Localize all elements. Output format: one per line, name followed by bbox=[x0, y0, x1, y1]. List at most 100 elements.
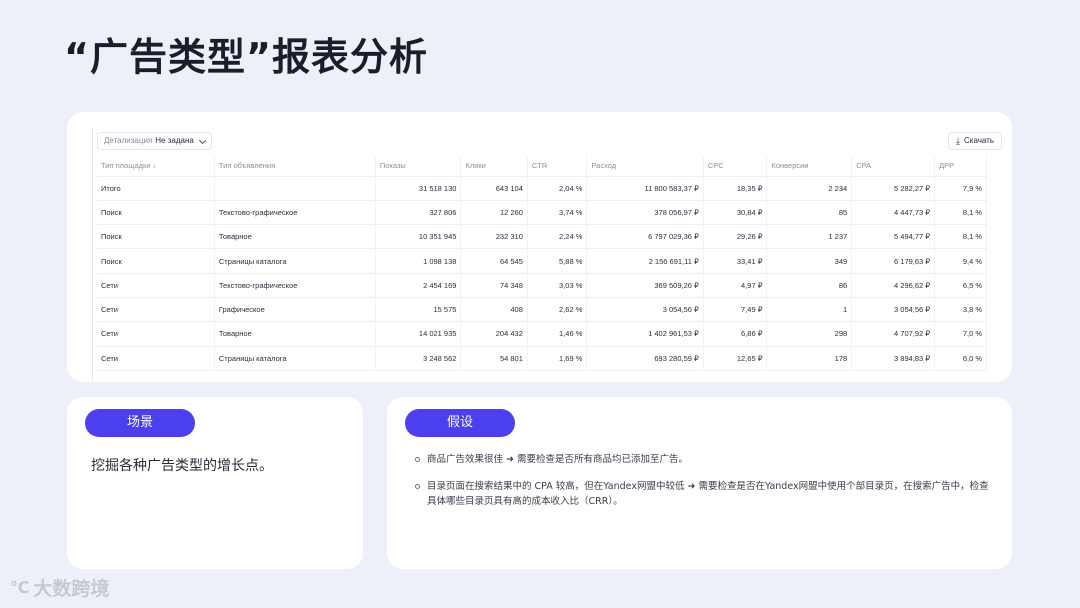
table-cell: 54 801 bbox=[460, 346, 528, 371]
table-cell: Поиск bbox=[97, 224, 215, 250]
table-cell: 232 310 bbox=[460, 224, 528, 250]
table-cell: Поиск bbox=[97, 200, 215, 226]
download-label: Скачать bbox=[964, 136, 994, 145]
report-table: Тип площадки ↓ Тип объявления Показы Клики C… bbox=[97, 156, 987, 371]
table-cell: 6 797 029,36 ₽ bbox=[586, 224, 704, 250]
table-cell: Страницы каталога bbox=[214, 346, 376, 371]
table-cell: 8,1 % bbox=[934, 224, 987, 250]
scene-pill: 场景 bbox=[85, 409, 195, 437]
column-header[interactable]: Тип площадки ↓ bbox=[97, 156, 215, 177]
table-cell: 1 237 bbox=[766, 224, 853, 250]
table-cell: 4,97 ₽ bbox=[703, 273, 768, 298]
column-header: CPC bbox=[703, 156, 768, 177]
table-cell: Поиск bbox=[97, 248, 215, 274]
table-cell: Сети bbox=[97, 273, 215, 298]
table-cell: Итого bbox=[97, 176, 215, 201]
page-title: “广告类型”报表分析 bbox=[64, 35, 428, 79]
table-row: Сети Графическое 15 575 408 2,62 % 3 054,56 ₽… bbox=[97, 297, 987, 323]
column-header: Тип объявления bbox=[214, 156, 376, 177]
table-cell: 5 494,77 ₽ bbox=[851, 224, 936, 250]
scene-card: 场景 挖掘各种广告类型的增长点。 bbox=[67, 397, 363, 569]
table-cell: Сети bbox=[97, 321, 215, 347]
table-cell: 30,84 ₽ bbox=[703, 200, 768, 226]
column-header: Клики bbox=[460, 156, 528, 177]
table-cell: 2,04 % bbox=[527, 176, 588, 201]
download-button[interactable]: ⤓ Скачать bbox=[948, 132, 1002, 150]
table-cell: 10 351 945 bbox=[375, 224, 462, 250]
table-cell: 6,0 % bbox=[934, 346, 987, 371]
table-cell: 4 447,73 ₽ bbox=[851, 200, 936, 226]
table-cell: 6,86 ₽ bbox=[703, 321, 768, 347]
table-cell: 86 bbox=[766, 273, 853, 298]
table-cell: 12,65 ₽ bbox=[703, 346, 768, 371]
column-header: ДРР bbox=[934, 156, 987, 177]
watermark: ℃ 大数跨境 bbox=[10, 574, 109, 601]
table-cell: 11 800 583,37 ₽ bbox=[586, 176, 704, 201]
bullet-icon bbox=[415, 484, 420, 489]
table-cell: 298 bbox=[766, 321, 853, 347]
table-cell: Текстово-графическое bbox=[214, 200, 376, 226]
detail-label: Детализация bbox=[104, 136, 153, 145]
table-cell: Товарное bbox=[214, 321, 376, 347]
table-cell: 2 156 691,11 ₽ bbox=[586, 248, 704, 274]
table-row: Сети Товарное 14 021 935 204 432 1,46 % 1 402… bbox=[97, 321, 987, 347]
table-cell: 8,1 % bbox=[934, 200, 987, 226]
column-header: Расход bbox=[586, 156, 704, 177]
table-cell: 2 234 bbox=[766, 176, 853, 201]
table-cell: 33,41 ₽ bbox=[703, 248, 768, 274]
table-divider bbox=[92, 128, 93, 382]
table-cell: 3,74 % bbox=[527, 200, 588, 226]
table-cell: 3 894,83 ₽ bbox=[851, 346, 936, 371]
hypothesis-pill: 假设 bbox=[405, 409, 515, 437]
table-cell: 3,03 % bbox=[527, 273, 588, 298]
column-header: CPA bbox=[851, 156, 936, 177]
table-row: Сети Страницы каталога 3 248 562 54 801 1,69… bbox=[97, 346, 987, 371]
table-cell: 643 104 bbox=[460, 176, 528, 201]
table-cell: 2,62 % bbox=[527, 297, 588, 323]
hypothesis-text: 目录页面在搜索结果中的 CPA 较高，但在Yandex网盟中较低 ➜ 需要检查是… bbox=[427, 481, 989, 507]
scene-text: 挖掘各种广告类型的增长点。 bbox=[91, 458, 273, 474]
table-cell: 2,24 % bbox=[527, 224, 588, 250]
column-header: Показы bbox=[375, 156, 462, 177]
table-cell: 74 348 bbox=[460, 273, 528, 298]
table-cell: 693 280,59 ₽ bbox=[586, 346, 704, 371]
table-cell bbox=[214, 176, 376, 201]
table-cell: 349 bbox=[766, 248, 853, 274]
table-cell: 64 545 bbox=[460, 248, 528, 274]
logo-icon: ℃ bbox=[10, 578, 30, 597]
column-header: CTR bbox=[527, 156, 588, 177]
table-cell: 4 296,62 ₽ bbox=[851, 273, 936, 298]
column-header: Конверсии bbox=[766, 156, 853, 177]
table-cell: 378 056,97 ₽ bbox=[586, 200, 704, 226]
table-cell: Товарное bbox=[214, 224, 376, 250]
table-cell: Текстово-графическое bbox=[214, 273, 376, 298]
table-row: Поиск Страницы каталога 1 098 138 64 545 5,8… bbox=[97, 248, 987, 274]
table-cell: 2 454 169 bbox=[375, 273, 462, 298]
table-cell: 18,35 ₽ bbox=[703, 176, 768, 201]
table-cell: 29,26 ₽ bbox=[703, 224, 768, 250]
hypothesis-card: 假设 商品广告效果很佳 ➜ 需要检查是否所有商品均已添加至广告。 目录页面在搜索… bbox=[387, 397, 1012, 569]
table-cell: 6,5 % bbox=[934, 273, 987, 298]
hypothesis-text: 商品广告效果很佳 ➜ 需要检查是否所有商品均已添加至广告。 bbox=[427, 454, 689, 465]
table-cell: 3 054,56 ₽ bbox=[586, 297, 704, 323]
table-cell: 1 402 961,53 ₽ bbox=[586, 321, 704, 347]
table-cell: 6 179,63 ₽ bbox=[851, 248, 936, 274]
table-cell: 1 098 138 bbox=[375, 248, 462, 274]
table-cell: 369 509,26 ₽ bbox=[586, 273, 704, 298]
table-cell: Страницы каталога bbox=[214, 248, 376, 274]
watermark-text: 大数跨境 bbox=[33, 578, 110, 600]
list-item: 商品广告效果很佳 ➜ 需要检查是否所有商品均已添加至广告。 bbox=[415, 452, 995, 467]
table-cell: 3,8 % bbox=[934, 297, 987, 323]
table-header-row: Тип площадки ↓ Тип объявления Показы Клики C… bbox=[97, 156, 987, 177]
report-table-card: Детализация Не задана ⤓ Скачать Тип площ… bbox=[67, 112, 1012, 382]
table-cell: 178 bbox=[766, 346, 853, 371]
table-cell: Сети bbox=[97, 297, 215, 323]
table-cell: 9,4 % bbox=[934, 248, 987, 274]
table-row: Итого 31 518 130 643 104 2,04 % 11 800 583,3… bbox=[97, 176, 987, 201]
table-row: Поиск Текстово-графическое 327 806 12 260 3,… bbox=[97, 200, 987, 226]
table-cell: 15 575 bbox=[375, 297, 462, 323]
table-cell: 1 bbox=[766, 297, 853, 323]
table-cell: 31 518 130 bbox=[375, 176, 462, 201]
detail-select[interactable]: Детализация Не задана bbox=[97, 132, 212, 150]
table-cell: 3 248 562 bbox=[375, 346, 462, 371]
